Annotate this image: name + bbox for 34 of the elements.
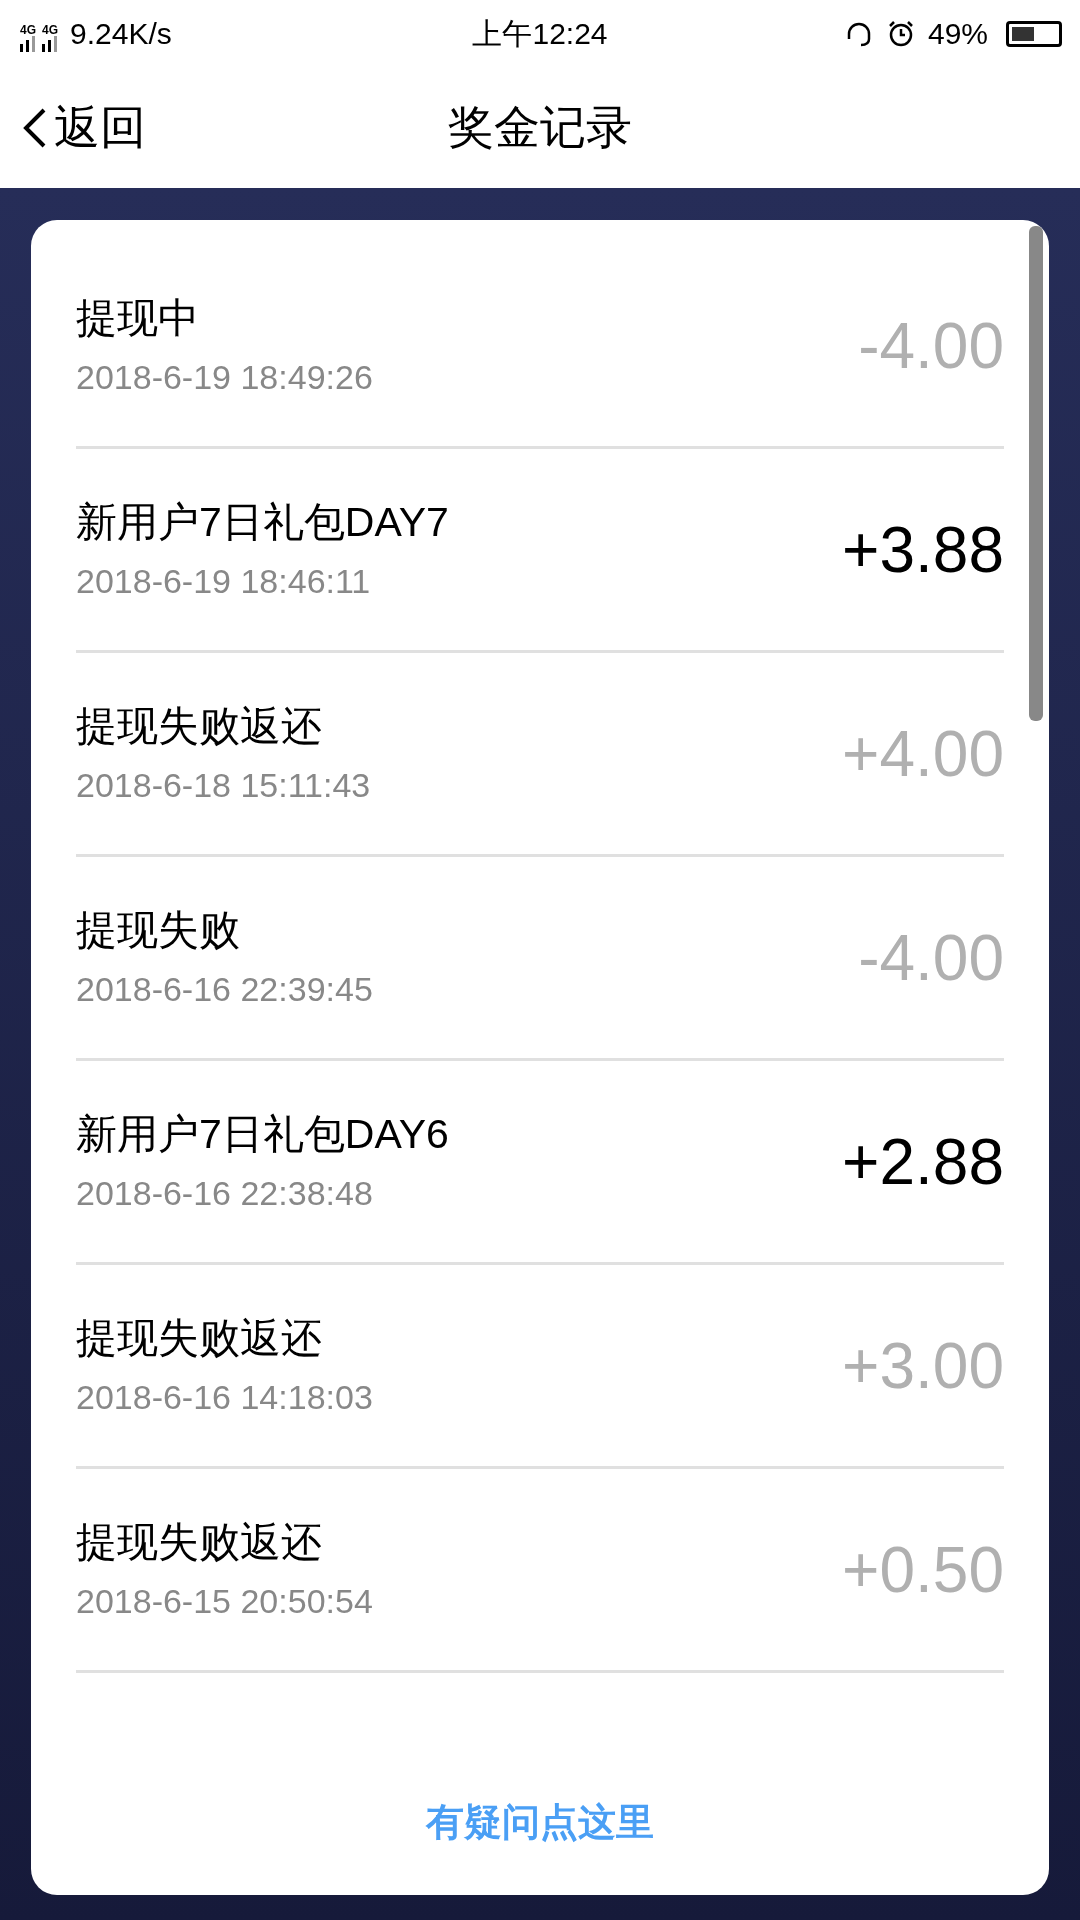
record-time: 2018-6-16 14:18:03	[76, 1376, 373, 1418]
record-row[interactable]: 提现失败返还 2018-6-18 15:11:43 +4.00	[76, 653, 1004, 857]
network-speed: 9.24K/s	[70, 16, 172, 52]
record-title: 提现失败返还	[76, 701, 323, 751]
record-time: 2018-6-16 22:39:45	[76, 968, 373, 1010]
back-button[interactable]: 返回	[0, 93, 146, 162]
record-row[interactable]: 新用户7日礼包DAY7 2018-6-19 18:46:11 +3.88	[76, 449, 1004, 653]
record-row[interactable]: 提现失败返还 2018-6-16 14:18:03 +3.00	[76, 1265, 1004, 1469]
battery-percent: 49%	[927, 16, 988, 52]
record-time: 2018-6-19 18:46:11	[76, 560, 372, 602]
record-amount: +0.50	[842, 1532, 1004, 1608]
record-title: 新用户7日礼包DAY6	[76, 1109, 449, 1159]
record-row[interactable]: 新用户7日礼包DAY6 2018-6-16 22:38:48 +2.88	[76, 1061, 1004, 1265]
record-row[interactable]: 提现中 2018-6-19 18:49:26 -4.00	[76, 245, 1004, 449]
record-amount: -4.00	[858, 920, 1004, 996]
record-amount: +3.88	[842, 512, 1004, 588]
battery-icon	[1006, 20, 1062, 47]
record-amount: +2.88	[842, 1124, 1004, 1200]
record-time: 2018-6-16 22:38:48	[76, 1172, 374, 1214]
record-title: 提现失败返还	[76, 1313, 323, 1363]
record-title: 新用户7日礼包DAY7	[76, 497, 449, 547]
record-time: 2018-6-18 15:11:43	[76, 764, 371, 806]
record-title: 提现失败	[76, 905, 241, 955]
record-row[interactable]: 提现失败 2018-6-16 22:39:45 -4.00	[76, 857, 1004, 1061]
record-amount: -4.00	[858, 308, 1004, 384]
record-time: 2018-6-15 20:50:54	[76, 1580, 373, 1622]
record-title: 提现失败返还	[76, 1517, 323, 1567]
status-time: 上午12:24	[471, 16, 609, 52]
record-row[interactable]: 提现失败返还 2018-6-15 20:50:54 +0.50	[76, 1469, 1004, 1673]
record-amount: +4.00	[842, 716, 1004, 792]
record-time: 2018-6-19 18:49:26	[76, 356, 373, 398]
record-title: 提现中	[76, 293, 200, 343]
page-title: 奖金记录	[448, 100, 632, 155]
record-amount: +3.00	[842, 1328, 1004, 1404]
